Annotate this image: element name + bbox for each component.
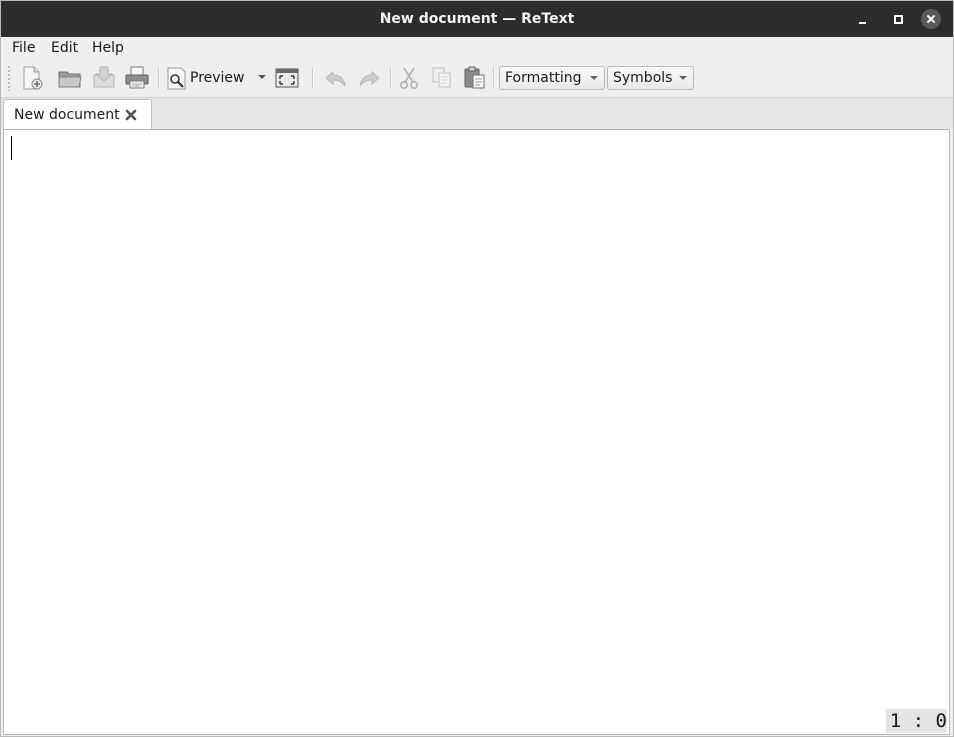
retext-window: New document — ReText File Edit Help Pre… xyxy=(0,0,954,737)
preview-button[interactable]: Preview xyxy=(164,65,254,91)
cursor-position-indicator: 1 : 0 xyxy=(885,709,947,733)
new-document-button[interactable] xyxy=(19,65,45,91)
cut-button[interactable] xyxy=(396,65,422,91)
open-button[interactable] xyxy=(57,65,83,91)
formatting-combo[interactable]: Formatting xyxy=(499,66,605,90)
minimize-button[interactable] xyxy=(852,9,872,29)
menu-help[interactable]: Help xyxy=(92,39,124,57)
formatting-combo-value: Formatting xyxy=(505,70,582,86)
print-button[interactable] xyxy=(124,65,150,91)
undo-button[interactable] xyxy=(323,65,349,91)
fullscreen-icon xyxy=(275,68,299,88)
chevron-down-icon xyxy=(590,76,598,80)
symbols-combo-value: Symbols xyxy=(613,70,673,86)
undo-icon xyxy=(325,70,346,87)
tab-bar: New document xyxy=(1,98,953,129)
text-cursor xyxy=(11,136,12,160)
close-tab-icon[interactable] xyxy=(124,108,138,122)
window-title: New document — ReText xyxy=(379,11,575,27)
title-bar: New document — ReText xyxy=(1,1,953,37)
paste-icon xyxy=(464,66,485,89)
chevron-down-icon xyxy=(679,76,687,80)
menu-file[interactable]: File xyxy=(12,39,35,57)
redo-button[interactable] xyxy=(356,65,382,91)
tab-label: New document xyxy=(14,107,120,123)
new-document-icon xyxy=(23,66,43,90)
cut-icon xyxy=(400,67,419,89)
open-folder-icon xyxy=(58,71,82,88)
text-editor[interactable]: 1 : 0 xyxy=(3,129,950,735)
toolbar-grip[interactable] xyxy=(7,65,11,91)
copy-icon xyxy=(432,67,451,88)
preview-dropdown-arrow-icon[interactable] xyxy=(258,75,266,79)
maximize-button[interactable] xyxy=(887,9,907,29)
menu-bar: File Edit Help xyxy=(1,37,953,59)
toolbar-separator xyxy=(312,67,314,89)
menu-edit[interactable]: Edit xyxy=(51,39,78,57)
symbols-combo[interactable]: Symbols xyxy=(607,66,694,90)
toolbar: Preview Formatting Symbols xyxy=(1,59,953,98)
tab-new-document[interactable]: New document xyxy=(3,99,152,129)
print-icon xyxy=(125,66,149,89)
toolbar-separator xyxy=(158,67,160,89)
paste-button[interactable] xyxy=(462,65,488,91)
preview-label: Preview xyxy=(190,70,245,86)
save-icon xyxy=(93,66,115,88)
preview-icon xyxy=(167,67,186,90)
toolbar-separator xyxy=(493,67,495,89)
fullscreen-button[interactable] xyxy=(274,65,300,91)
close-window-button[interactable] xyxy=(921,9,941,29)
toolbar-separator xyxy=(390,67,392,89)
redo-icon xyxy=(359,70,380,87)
save-button[interactable] xyxy=(91,65,117,91)
copy-button[interactable] xyxy=(429,65,455,91)
